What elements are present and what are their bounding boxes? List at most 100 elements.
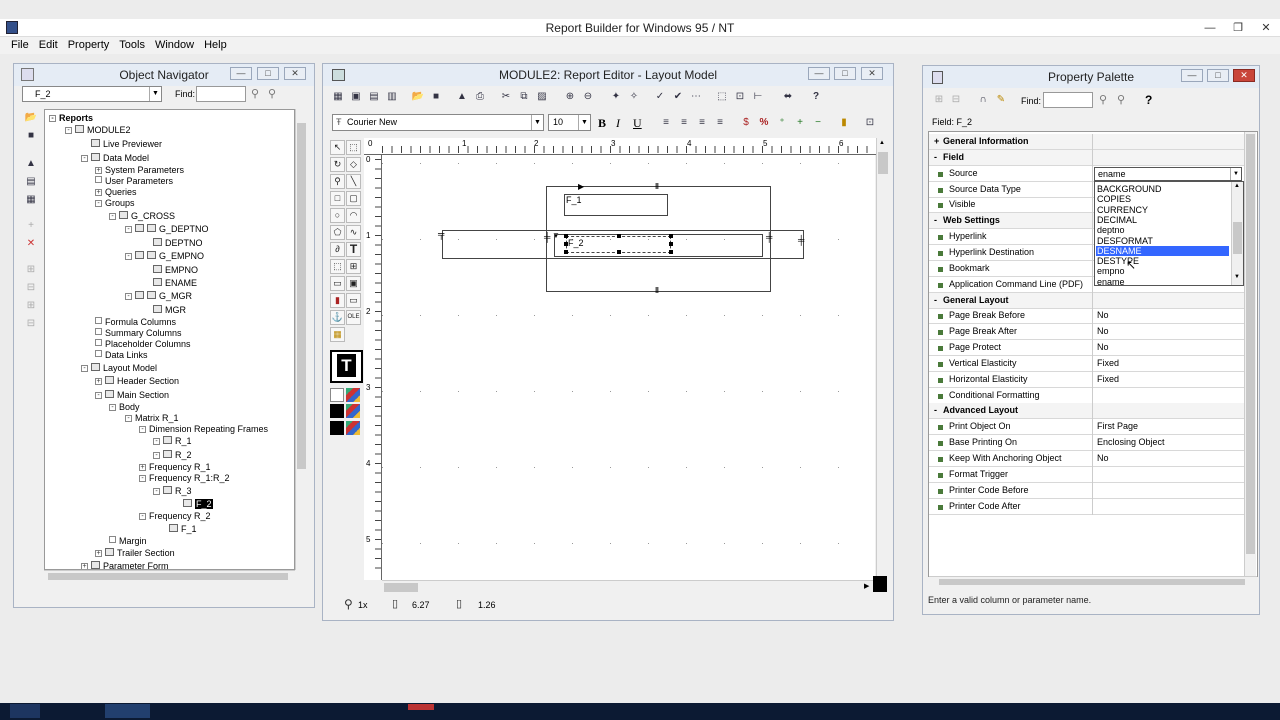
dropdown-option[interactable]: COPIES xyxy=(1096,194,1229,204)
underline-button[interactable]: U xyxy=(633,116,642,131)
property-category-row[interactable]: - Advanced Layout xyxy=(929,403,1244,420)
selection-handle[interactable] xyxy=(564,234,568,238)
polygon-tool-icon[interactable]: ⬠ xyxy=(330,225,345,240)
arc-tool-icon[interactable]: ◠ xyxy=(346,208,361,223)
property-row[interactable]: Horizontal Elasticity Fixed xyxy=(929,371,1244,388)
dropdown-option[interactable]: DESFORMAT xyxy=(1096,236,1229,246)
find-previous-icon[interactable]: ⚲ xyxy=(1117,93,1125,106)
text-color-swatch[interactable] xyxy=(330,421,344,435)
tree-node[interactable]: ENAME xyxy=(153,278,197,289)
navigator-restore-button[interactable]: □ xyxy=(257,67,279,80)
report-wizard-icon[interactable]: ✦ xyxy=(608,89,624,105)
palette-hscroll-thumb[interactable] xyxy=(939,579,1245,585)
text-tool-icon[interactable]: T xyxy=(346,242,361,257)
anchor-tool-icon[interactable]: ⚓ xyxy=(330,310,345,325)
find-next-icon[interactable]: ⚲ xyxy=(1099,93,1107,106)
tree-node[interactable]: - MODULE2 xyxy=(65,125,131,136)
menu-file[interactable]: File xyxy=(6,37,34,51)
category-toggle-icon[interactable]: - xyxy=(934,213,937,228)
web-source-icon[interactable]: ▣ xyxy=(348,89,364,105)
line-color-icon[interactable] xyxy=(346,404,360,418)
object-select[interactable]: F_2 ▼ xyxy=(22,86,162,102)
property-row[interactable]: Printer Code Before xyxy=(929,482,1244,499)
scroll-right-icon[interactable]: ▶ xyxy=(864,582,869,590)
bold-button[interactable]: B xyxy=(598,116,606,131)
menu-help[interactable]: Help xyxy=(199,37,232,51)
rectangle-tool-icon[interactable]: □ xyxy=(330,191,345,206)
save-icon[interactable]: ■ xyxy=(23,128,39,144)
confine-icon[interactable]: ⊡ xyxy=(732,89,748,105)
dropdown-option-selected[interactable]: DESNAME xyxy=(1096,245,1229,256)
dropdown-option[interactable]: DESTYPE xyxy=(1096,256,1229,266)
select-parent-icon[interactable]: ✓ xyxy=(652,89,668,105)
menu-window[interactable]: Window xyxy=(150,37,199,51)
tree-node[interactable]: - Groups xyxy=(95,198,135,209)
property-category-row[interactable]: - Field xyxy=(929,149,1244,166)
property-value[interactable]: First Page xyxy=(1097,419,1138,434)
copy-icon[interactable]: ⧉ xyxy=(516,89,532,105)
editor-hscroll-thumb[interactable] xyxy=(384,583,418,592)
field-f1-box[interactable]: F_1 xyxy=(564,194,668,216)
menu-property[interactable]: Property xyxy=(63,37,115,51)
percent-icon[interactable]: % xyxy=(756,115,772,131)
navigator-hscroll-thumb[interactable] xyxy=(48,573,288,580)
minimize-icon[interactable]: — xyxy=(1196,19,1224,37)
property-category-row[interactable]: - General Layout xyxy=(929,292,1244,309)
frame-tool-icon[interactable]: ⬚ xyxy=(330,259,345,274)
help-icon[interactable]: ? xyxy=(808,89,824,105)
tree-node[interactable]: + Trailer Section xyxy=(95,548,175,559)
line-color-swatch[interactable] xyxy=(330,404,344,418)
taskbar-item[interactable] xyxy=(105,704,150,718)
delete-icon[interactable]: ✕ xyxy=(23,236,39,252)
open-folder-icon[interactable]: 📂 xyxy=(23,110,39,126)
zoom-in-icon[interactable]: ⊕ xyxy=(562,89,578,105)
property-row[interactable]: Page Break After No xyxy=(929,324,1244,341)
palette-vscroll-thumb[interactable] xyxy=(1246,134,1255,554)
align-right-icon[interactable]: ≡ xyxy=(694,115,710,131)
frame-select-tool-icon[interactable]: ⬚ xyxy=(346,140,361,155)
property-row[interactable]: Page Break Before No xyxy=(929,308,1244,325)
currency-icon[interactable]: $ xyxy=(738,115,754,131)
cross-product-tool-icon[interactable]: ▦ xyxy=(330,327,345,342)
editor-restore-button[interactable]: □ xyxy=(834,67,856,80)
navigator-tree[interactable]: - Reports - MODULE2 Live Previewer - Data M… xyxy=(44,109,295,570)
source-value-select[interactable]: ename ▼ xyxy=(1094,167,1242,181)
property-value[interactable]: Fixed xyxy=(1097,372,1119,387)
palette-minimize-button[interactable]: — xyxy=(1181,69,1203,82)
editor-minimize-button[interactable]: — xyxy=(808,67,830,80)
cut-icon[interactable]: ✂ xyxy=(498,89,514,105)
tree-node[interactable]: - G_DEPTNO xyxy=(125,224,209,235)
find-previous-icon[interactable]: ⚲ xyxy=(268,87,276,100)
tree-node[interactable]: + System Parameters xyxy=(95,165,184,176)
align-left-icon[interactable]: ≡ xyxy=(658,115,674,131)
collapse-icon[interactable]: ⊟ xyxy=(948,92,964,108)
button-tool-icon[interactable]: ▭ xyxy=(346,293,361,308)
tree-node[interactable]: - G_EMPNO xyxy=(125,251,204,262)
property-row[interactable]: Base Printing On Enclosing Object xyxy=(929,435,1244,452)
chevron-down-icon[interactable]: ▼ xyxy=(1230,168,1241,180)
selection-handle[interactable] xyxy=(669,250,673,254)
dropdown-scroll-thumb[interactable] xyxy=(1233,222,1242,254)
palette-vertical-scrollbar[interactable] xyxy=(1244,132,1256,576)
selection-handle[interactable] xyxy=(669,234,673,238)
navigator-horizontal-scrollbar[interactable] xyxy=(44,570,295,582)
chevron-down-icon[interactable]: ▼ xyxy=(578,115,590,130)
tree-node[interactable]: - Frequency R_2 xyxy=(139,511,211,522)
tree-node[interactable]: - Layout Model xyxy=(81,363,157,374)
property-row[interactable]: Conditional Formatting xyxy=(929,387,1244,404)
fill-color-swatch[interactable] xyxy=(330,388,344,402)
print-icon[interactable]: ⎙ xyxy=(472,89,488,105)
flex-icon[interactable]: ⋯ xyxy=(688,89,704,105)
intersection-icon[interactable]: ∩ xyxy=(975,92,991,108)
font-name-select[interactable]: Ŧ Courier New ▼ xyxy=(332,114,544,131)
zoom-out-icon[interactable]: ⊖ xyxy=(580,89,596,105)
collapse-all-icon[interactable]: ⊟ xyxy=(23,316,39,332)
property-value[interactable]: No xyxy=(1097,308,1109,323)
save-icon[interactable]: ■ xyxy=(428,89,444,105)
align-center-icon[interactable]: ≡ xyxy=(676,115,692,131)
tree-node[interactable]: + Frequency R_1 xyxy=(139,462,211,473)
data-model-icon[interactable]: ▦ xyxy=(330,89,346,105)
italic-button[interactable]: I xyxy=(616,116,620,131)
repeating-frame-tool-icon[interactable]: ⊞ xyxy=(346,259,361,274)
navigator-minimize-button[interactable]: — xyxy=(230,67,252,80)
